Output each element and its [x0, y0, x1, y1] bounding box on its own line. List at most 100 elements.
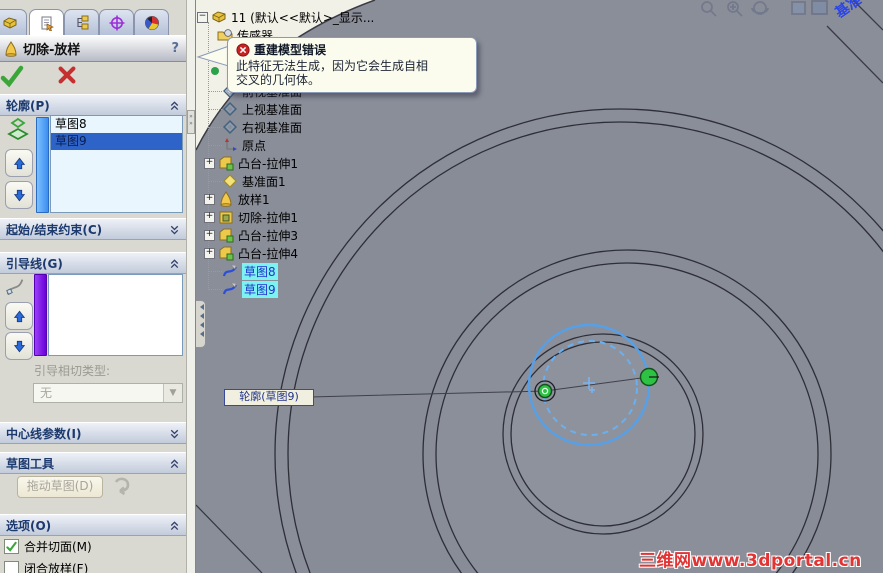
merge-faces-label: 合并切面(M)	[24, 539, 92, 554]
move-profile-up-button[interactable]	[5, 149, 33, 177]
error-icon	[236, 43, 250, 57]
collapse-box[interactable]: −	[197, 11, 208, 23]
boss-extrude-icon	[218, 245, 234, 261]
help-button[interactable]: ?	[171, 41, 179, 56]
expand-box[interactable]: +	[204, 211, 215, 223]
configurationmanager-icon	[74, 15, 90, 31]
tooltip-body-line1: 此特征无法生成，因为它会生成自相	[236, 59, 429, 73]
tree-item-row[interactable]: 右视基准面	[208, 118, 302, 136]
down-arrow-icon	[12, 339, 27, 354]
profiles-header-label: 轮廓(P)	[6, 98, 50, 113]
section-sketchtools-header[interactable]: 草图工具	[0, 452, 186, 474]
down-arrow-icon	[12, 188, 27, 203]
expand-box[interactable]: +	[204, 193, 215, 205]
tree-item-row[interactable]: + 凸台-拉伸1	[204, 154, 298, 172]
boss-extrude-icon	[218, 155, 234, 171]
cut-extrude-icon	[218, 209, 234, 225]
propertymanager-icon	[39, 15, 55, 31]
tangency-value: 无	[40, 386, 53, 400]
tree-item-row[interactable]: 基准面1	[208, 172, 286, 190]
section-centerline-header[interactable]: 中心线参数(I)	[0, 422, 186, 444]
tab-featuremanager[interactable]	[0, 9, 27, 35]
guide-color-bar	[34, 274, 47, 356]
expand-chevron-icon	[168, 427, 181, 440]
collapse-chevron-icon	[168, 99, 181, 112]
drag-sketch-button[interactable]: 拖动草图(D)	[17, 476, 103, 498]
panel-collapse-button[interactable]: »»	[187, 110, 195, 134]
tree-item-row[interactable]: 草图9	[208, 280, 278, 298]
plane-icon	[222, 119, 238, 135]
move-guide-up-button[interactable]	[5, 302, 33, 330]
manager-tabs	[0, 9, 186, 36]
feature-titlebar: 切除-放样 ?	[0, 35, 186, 62]
boss-extrude-icon	[218, 227, 234, 243]
watermark: 三维网www.3dportal.cn	[639, 551, 862, 571]
profiles-listbox[interactable]: 草图8 草图9	[50, 115, 183, 213]
close-loft-checkbox-row: 闭合放样(F)	[4, 560, 88, 573]
undo-icon[interactable]	[110, 474, 134, 498]
graphics-area[interactable]: − 11 (默认<<默认>_显示... 传感器 前视基准面 上视基准面 右视基准…	[196, 0, 883, 573]
guide-listbox[interactable]	[48, 274, 183, 356]
cut-loft-icon	[3, 41, 19, 57]
tab-configurationmanager[interactable]	[64, 9, 99, 35]
tooltip-title: 重建模型错误	[254, 43, 327, 57]
cancel-button[interactable]	[56, 64, 78, 86]
rebuild-error-tooltip: 重建模型错误 此特征无法生成，因为它会生成自相 交叉的几何体。	[227, 37, 477, 93]
section-options-header[interactable]: 选项(O)	[0, 514, 186, 536]
move-profile-down-button[interactable]	[5, 181, 33, 209]
tooltip-body-line2: 交叉的几何体。	[236, 73, 321, 87]
tab-dimxpert[interactable]	[99, 9, 134, 35]
confirm-row	[0, 61, 186, 91]
up-arrow-icon	[12, 156, 27, 171]
expand-box[interactable]: +	[204, 157, 215, 169]
section-guidecurves-header[interactable]: 引导线(G)	[0, 252, 186, 274]
tree-root-label: 11 (默认<<默认>_显示...	[231, 10, 375, 25]
dimxpert-icon	[109, 15, 125, 31]
sketch-icon	[222, 263, 238, 279]
merge-faces-checkbox[interactable]	[4, 538, 19, 554]
close-loft-label: 闭合放样(F)	[24, 561, 89, 573]
section-startend-header[interactable]: 起始/结束约束(C)	[0, 218, 186, 240]
options-header-label: 选项(O)	[6, 518, 52, 533]
featuremanager-icon	[2, 15, 18, 31]
move-guide-down-button[interactable]	[5, 332, 33, 360]
expand-box[interactable]: +	[204, 247, 215, 259]
up-arrow-icon	[12, 309, 27, 324]
tree-item-row[interactable]: + 放样1	[204, 190, 270, 208]
tree-item-row[interactable]: 上视基准面	[208, 100, 302, 118]
collapse-chevron-icon	[168, 457, 181, 470]
tree-item-row[interactable]: 原点	[208, 136, 266, 154]
tab-displaymanager[interactable]	[134, 9, 169, 35]
profile-callout: 轮廓(草图9)	[224, 389, 314, 406]
property-manager-panel: 切除-放样 ? 轮廓(P) 草图8 草图9 起始/结束约束(C) 引导线(G)	[0, 0, 186, 573]
expand-chevron-icon	[168, 223, 181, 236]
guidecurves-header-label: 引导线(G)	[6, 256, 63, 271]
plane-icon	[222, 101, 238, 117]
merge-faces-checkbox-row: 合并切面(M)	[4, 538, 92, 554]
tree-item-row[interactable]: + 凸台-拉伸3	[204, 226, 298, 244]
ok-button[interactable]	[0, 64, 24, 88]
tree-item-row[interactable]: 草图8	[208, 262, 278, 280]
origin-icon	[222, 137, 238, 153]
sketch-icon	[222, 281, 238, 297]
expand-box[interactable]: +	[204, 229, 215, 241]
loft-icon	[218, 191, 234, 207]
displaymanager-icon	[144, 15, 160, 31]
section-profiles-header[interactable]: 轮廓(P)	[0, 94, 186, 116]
profile-list-item-selected[interactable]: 草图9	[51, 133, 182, 150]
tree-item-row[interactable]: + 凸台-拉伸4	[204, 244, 298, 262]
collapse-chevron-icon	[168, 519, 181, 532]
loft-connector-start[interactable]	[534, 380, 556, 402]
tree-item-row[interactable]: + 切除-拉伸1	[204, 208, 298, 226]
dropdown-arrow-icon[interactable]: ▼	[163, 384, 182, 402]
guide-tangency-label: 引导相切类型:	[34, 364, 111, 378]
tab-propertymanager[interactable]	[29, 9, 64, 36]
profile-list-item[interactable]: 草图8	[51, 116, 182, 133]
centerline-header-label: 中心线参数(I)	[6, 426, 82, 441]
panel-splitter-handle[interactable]	[196, 300, 206, 348]
tree-root-row[interactable]: − 11 (默认<<默认>_显示...	[197, 8, 374, 26]
panel-scrollbar[interactable]	[186, 0, 196, 573]
guide-tangency-dropdown[interactable]: 无 ▼	[33, 383, 183, 403]
profiles-color-bar	[36, 117, 49, 213]
close-loft-checkbox[interactable]	[4, 560, 19, 573]
